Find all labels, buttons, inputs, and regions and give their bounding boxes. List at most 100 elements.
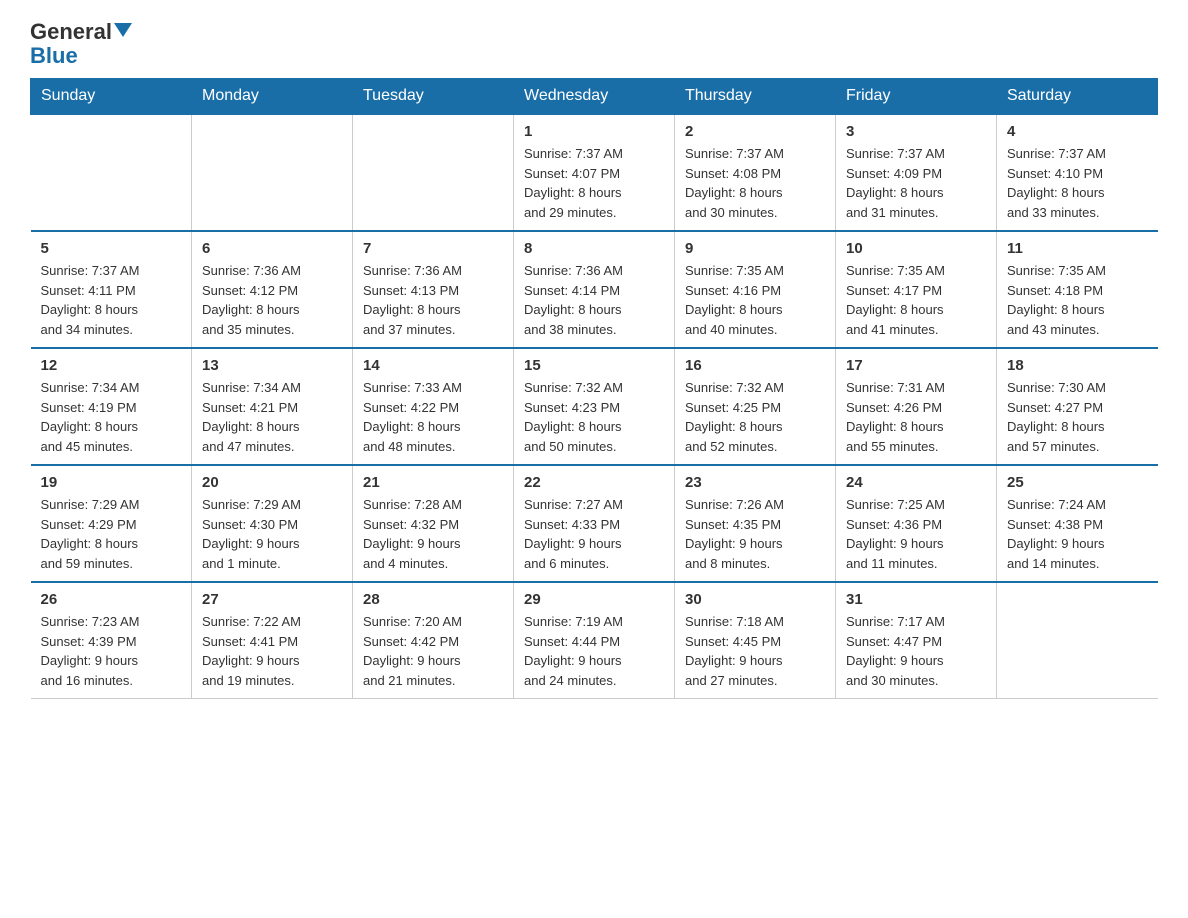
calendar-cell: 29 Sunrise: 7:19 AMSunset: 4:44 PMDayligh… — [514, 582, 675, 699]
calendar-cell: 5 Sunrise: 7:37 AMSunset: 4:11 PMDaylight… — [31, 231, 192, 348]
logo-blue: Blue — [30, 44, 78, 68]
day-info: Sunrise: 7:37 AMSunset: 4:11 PMDaylight:… — [41, 261, 182, 339]
calendar-cell: 4 Sunrise: 7:37 AMSunset: 4:10 PMDaylight… — [997, 114, 1158, 231]
calendar-cell: 24 Sunrise: 7:25 AMSunset: 4:36 PMDayligh… — [836, 465, 997, 582]
day-number: 17 — [846, 357, 986, 374]
day-number: 12 — [41, 357, 182, 374]
day-number: 6 — [202, 240, 342, 257]
calendar-cell: 17Sunrise: 7:31 AMSunset: 4:26 PMDayligh… — [836, 348, 997, 465]
day-info: Sunrise: 7:33 AMSunset: 4:22 PMDaylight:… — [363, 378, 503, 456]
calendar-cell: 14 Sunrise: 7:33 AMSunset: 4:22 PMDayligh… — [353, 348, 514, 465]
weekday-header-thursday: Thursday — [675, 79, 836, 115]
day-number: 24 — [846, 474, 986, 491]
calendar-cell: 12Sunrise: 7:34 AMSunset: 4:19 PMDayligh… — [31, 348, 192, 465]
day-info: Sunrise: 7:35 AMSunset: 4:18 PMDaylight:… — [1007, 261, 1148, 339]
day-number: 18 — [1007, 357, 1148, 374]
week-row-2: 5 Sunrise: 7:37 AMSunset: 4:11 PMDaylight… — [31, 231, 1158, 348]
day-number: 28 — [363, 591, 503, 608]
day-number: 16 — [685, 357, 825, 374]
day-number: 4 — [1007, 123, 1148, 140]
calendar-cell: 30Sunrise: 7:18 AMSunset: 4:45 PMDayligh… — [675, 582, 836, 699]
calendar-cell: 31 Sunrise: 7:17 AMSunset: 4:47 PMDayligh… — [836, 582, 997, 699]
weekday-header-saturday: Saturday — [997, 79, 1158, 115]
calendar-cell: 21Sunrise: 7:28 AMSunset: 4:32 PMDayligh… — [353, 465, 514, 582]
day-info: Sunrise: 7:17 AMSunset: 4:47 PMDaylight:… — [846, 612, 986, 690]
day-number: 30 — [685, 591, 825, 608]
day-info: Sunrise: 7:37 AMSunset: 4:08 PMDaylight:… — [685, 144, 825, 222]
day-number: 9 — [685, 240, 825, 257]
calendar-cell: 15 Sunrise: 7:32 AMSunset: 4:23 PMDayligh… — [514, 348, 675, 465]
day-number: 13 — [202, 357, 342, 374]
day-info: Sunrise: 7:19 AMSunset: 4:44 PMDaylight:… — [524, 612, 664, 690]
day-info: Sunrise: 7:34 AMSunset: 4:21 PMDaylight:… — [202, 378, 342, 456]
weekday-header-friday: Friday — [836, 79, 997, 115]
calendar-cell: 1Sunrise: 7:37 AMSunset: 4:07 PMDaylight… — [514, 114, 675, 231]
calendar-cell: 25 Sunrise: 7:24 AMSunset: 4:38 PMDayligh… — [997, 465, 1158, 582]
day-number: 11 — [1007, 240, 1148, 257]
day-info: Sunrise: 7:22 AMSunset: 4:41 PMDaylight:… — [202, 612, 342, 690]
day-number: 2 — [685, 123, 825, 140]
calendar-cell: 23 Sunrise: 7:26 AMSunset: 4:35 PMDayligh… — [675, 465, 836, 582]
day-info: Sunrise: 7:32 AMSunset: 4:23 PMDaylight:… — [524, 378, 664, 456]
calendar-cell: 8 Sunrise: 7:36 AMSunset: 4:14 PMDaylight… — [514, 231, 675, 348]
logo: General Blue — [30, 20, 132, 68]
day-info: Sunrise: 7:29 AMSunset: 4:30 PMDaylight:… — [202, 495, 342, 573]
weekday-header-monday: Monday — [192, 79, 353, 115]
calendar-cell: 27 Sunrise: 7:22 AMSunset: 4:41 PMDayligh… — [192, 582, 353, 699]
day-info: Sunrise: 7:23 AMSunset: 4:39 PMDaylight:… — [41, 612, 182, 690]
day-info: Sunrise: 7:25 AMSunset: 4:36 PMDaylight:… — [846, 495, 986, 573]
day-info: Sunrise: 7:36 AMSunset: 4:13 PMDaylight:… — [363, 261, 503, 339]
day-number: 20 — [202, 474, 342, 491]
calendar-cell: 6 Sunrise: 7:36 AMSunset: 4:12 PMDaylight… — [192, 231, 353, 348]
day-info: Sunrise: 7:27 AMSunset: 4:33 PMDaylight:… — [524, 495, 664, 573]
day-info: Sunrise: 7:29 AMSunset: 4:29 PMDaylight:… — [41, 495, 182, 573]
day-number: 7 — [363, 240, 503, 257]
calendar-table: SundayMondayTuesdayWednesdayThursdayFrid… — [30, 78, 1158, 699]
page: General Blue SundayMondayTuesdayWednesda… — [0, 0, 1188, 729]
day-number: 22 — [524, 474, 664, 491]
calendar-cell: 2 Sunrise: 7:37 AMSunset: 4:08 PMDaylight… — [675, 114, 836, 231]
day-info: Sunrise: 7:37 AMSunset: 4:09 PMDaylight:… — [846, 144, 986, 222]
day-number: 21 — [363, 474, 503, 491]
week-row-3: 12Sunrise: 7:34 AMSunset: 4:19 PMDayligh… — [31, 348, 1158, 465]
calendar-cell: 3 Sunrise: 7:37 AMSunset: 4:09 PMDaylight… — [836, 114, 997, 231]
day-info: Sunrise: 7:36 AMSunset: 4:12 PMDaylight:… — [202, 261, 342, 339]
logo-general: General — [30, 20, 112, 44]
calendar-cell: 13 Sunrise: 7:34 AMSunset: 4:21 PMDayligh… — [192, 348, 353, 465]
day-number: 15 — [524, 357, 664, 374]
weekday-header-sunday: Sunday — [31, 79, 192, 115]
day-number: 10 — [846, 240, 986, 257]
calendar-cell: 16 Sunrise: 7:32 AMSunset: 4:25 PMDayligh… — [675, 348, 836, 465]
weekday-header-row: SundayMondayTuesdayWednesdayThursdayFrid… — [31, 79, 1158, 115]
header: General Blue — [30, 20, 1158, 68]
day-number: 31 — [846, 591, 986, 608]
day-number: 29 — [524, 591, 664, 608]
day-info: Sunrise: 7:36 AMSunset: 4:14 PMDaylight:… — [524, 261, 664, 339]
calendar-cell — [353, 114, 514, 231]
weekday-header-wednesday: Wednesday — [514, 79, 675, 115]
calendar-cell: 28 Sunrise: 7:20 AMSunset: 4:42 PMDayligh… — [353, 582, 514, 699]
calendar-cell: 22 Sunrise: 7:27 AMSunset: 4:33 PMDayligh… — [514, 465, 675, 582]
day-number: 8 — [524, 240, 664, 257]
day-info: Sunrise: 7:24 AMSunset: 4:38 PMDaylight:… — [1007, 495, 1148, 573]
calendar-cell: 19Sunrise: 7:29 AMSunset: 4:29 PMDayligh… — [31, 465, 192, 582]
day-info: Sunrise: 7:30 AMSunset: 4:27 PMDaylight:… — [1007, 378, 1148, 456]
calendar-cell: 7 Sunrise: 7:36 AMSunset: 4:13 PMDaylight… — [353, 231, 514, 348]
day-info: Sunrise: 7:26 AMSunset: 4:35 PMDaylight:… — [685, 495, 825, 573]
day-info: Sunrise: 7:37 AMSunset: 4:10 PMDaylight:… — [1007, 144, 1148, 222]
day-number: 3 — [846, 123, 986, 140]
calendar-cell — [31, 114, 192, 231]
day-number: 5 — [41, 240, 182, 257]
calendar-cell — [192, 114, 353, 231]
day-number: 14 — [363, 357, 503, 374]
logo-triangle-icon — [114, 23, 132, 37]
day-info: Sunrise: 7:32 AMSunset: 4:25 PMDaylight:… — [685, 378, 825, 456]
calendar-cell: 20 Sunrise: 7:29 AMSunset: 4:30 PMDayligh… — [192, 465, 353, 582]
day-number: 25 — [1007, 474, 1148, 491]
day-number: 27 — [202, 591, 342, 608]
day-number: 23 — [685, 474, 825, 491]
week-row-4: 19Sunrise: 7:29 AMSunset: 4:29 PMDayligh… — [31, 465, 1158, 582]
day-number: 26 — [41, 591, 182, 608]
day-info: Sunrise: 7:20 AMSunset: 4:42 PMDaylight:… — [363, 612, 503, 690]
weekday-header-tuesday: Tuesday — [353, 79, 514, 115]
